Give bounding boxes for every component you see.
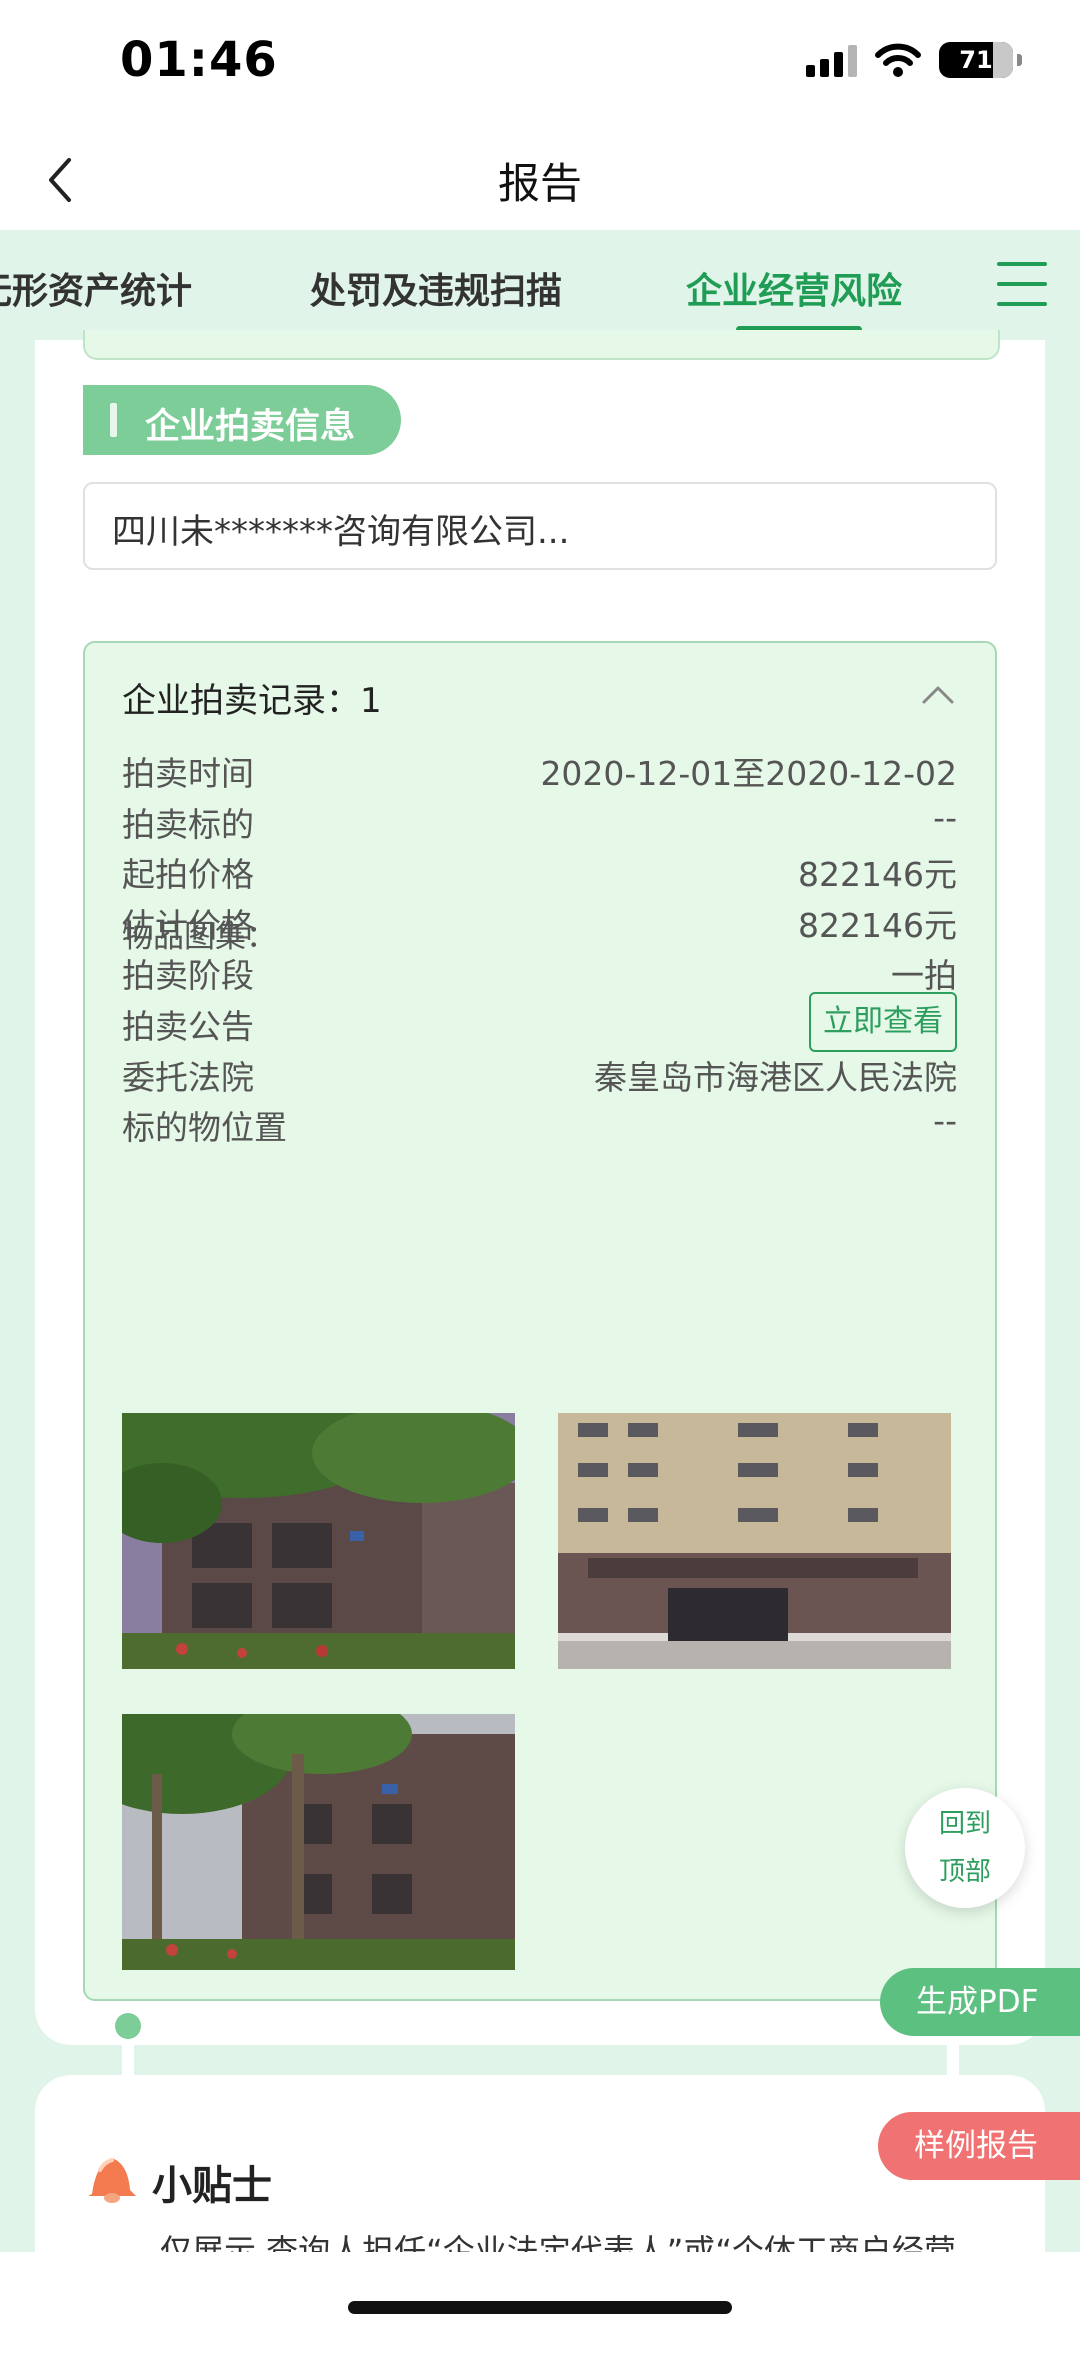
tab-business-risk[interactable]: 企业经营风险 [686, 262, 902, 314]
field-auction-subject: 拍卖标的 -- [122, 798, 957, 848]
battery-level: 71 [959, 46, 993, 74]
gallery-photo[interactable] [122, 1413, 515, 1669]
tab-strip: 无形资产统计 处罚及违规扫描 企业经营风险 [0, 230, 1080, 340]
nav-bar: 报告 [0, 130, 1080, 230]
tips-title: 小贴士 [152, 2163, 272, 2209]
company-select[interactable]: 四川未*******咨询有限公司... [83, 482, 997, 570]
sample-report-button[interactable]: 样例报告 [878, 2112, 1080, 2180]
section-title-pill: 企业拍卖信息 [83, 385, 401, 455]
chevron-up-icon[interactable] [921, 683, 955, 705]
field-value: -- [933, 798, 957, 837]
bell-icon [88, 2158, 136, 2203]
generate-pdf-button[interactable]: 生成PDF [880, 1968, 1080, 2036]
back-to-top-line2: 顶部 [938, 1857, 991, 1887]
field-value: 822146元 [798, 906, 957, 945]
auction-record-header: 企业拍卖记录：1 [122, 681, 382, 721]
gallery-photo[interactable] [558, 1413, 951, 1669]
field-label: 起拍价格 [122, 855, 254, 894]
section-title: 企业拍卖信息 [145, 407, 356, 447]
field-label: 标的物位置 [122, 1108, 287, 1147]
gallery-label: 物品图集： [122, 919, 277, 955]
field-label: 拍卖时间 [122, 754, 254, 793]
status-bar: 01:46 71 [0, 0, 1080, 130]
back-to-top-button[interactable]: 回到 顶部 [905, 1788, 1025, 1908]
back-to-top-line1: 回到 [938, 1809, 991, 1839]
field-value: 一拍 [891, 956, 957, 995]
field-subject-location: 标的物位置 -- [122, 1101, 957, 1151]
tab-penalties-scan[interactable]: 处罚及违规扫描 [310, 262, 562, 314]
cellular-signal-icon [806, 43, 857, 77]
field-auction-time: 拍卖时间 2020-12-01至2020-12-02 [122, 747, 957, 797]
field-label: 委托法院 [122, 1058, 254, 1097]
field-value: 秦皇岛市海港区人民法院 [594, 1058, 957, 1097]
field-auction-notice: 拍卖公告 立即查看 [122, 992, 957, 1052]
battery-icon: 71 [939, 42, 1013, 78]
status-time: 01:46 [120, 32, 278, 88]
tab-intangible-assets[interactable]: 无形资产统计 [0, 262, 192, 314]
home-indicator-area [0, 2252, 1080, 2337]
field-value: 822146元 [798, 855, 957, 894]
field-label: 拍卖阶段 [122, 956, 254, 995]
connector-dot [115, 2013, 141, 2039]
battery-tip [1017, 54, 1022, 66]
field-value: -- [933, 1101, 957, 1140]
gallery-photo[interactable] [122, 1714, 515, 1970]
view-notice-button[interactable]: 立即查看 [809, 992, 957, 1052]
auction-record-card: 企业拍卖记录：1 拍卖时间 2020-12-01至2020-12-02 拍卖标的… [83, 641, 997, 2001]
status-icons: 71 [806, 42, 1022, 78]
page-title: 报告 [497, 159, 582, 208]
field-label: 拍卖标的 [122, 805, 254, 844]
field-value: 2020-12-01至2020-12-02 [540, 754, 957, 793]
menu-icon[interactable] [997, 262, 1047, 306]
section-title-marker [110, 403, 117, 437]
field-label: 拍卖公告 [122, 1007, 254, 1046]
field-starting-price: 起拍价格 822146元 [122, 848, 957, 898]
field-court: 委托法院 秦皇岛市海港区人民法院 [122, 1051, 957, 1101]
home-indicator[interactable] [348, 2301, 732, 2314]
previous-section-box [83, 330, 1000, 360]
company-select-value: 四川未*******咨询有限公司... [112, 512, 570, 552]
wifi-icon [875, 43, 921, 77]
